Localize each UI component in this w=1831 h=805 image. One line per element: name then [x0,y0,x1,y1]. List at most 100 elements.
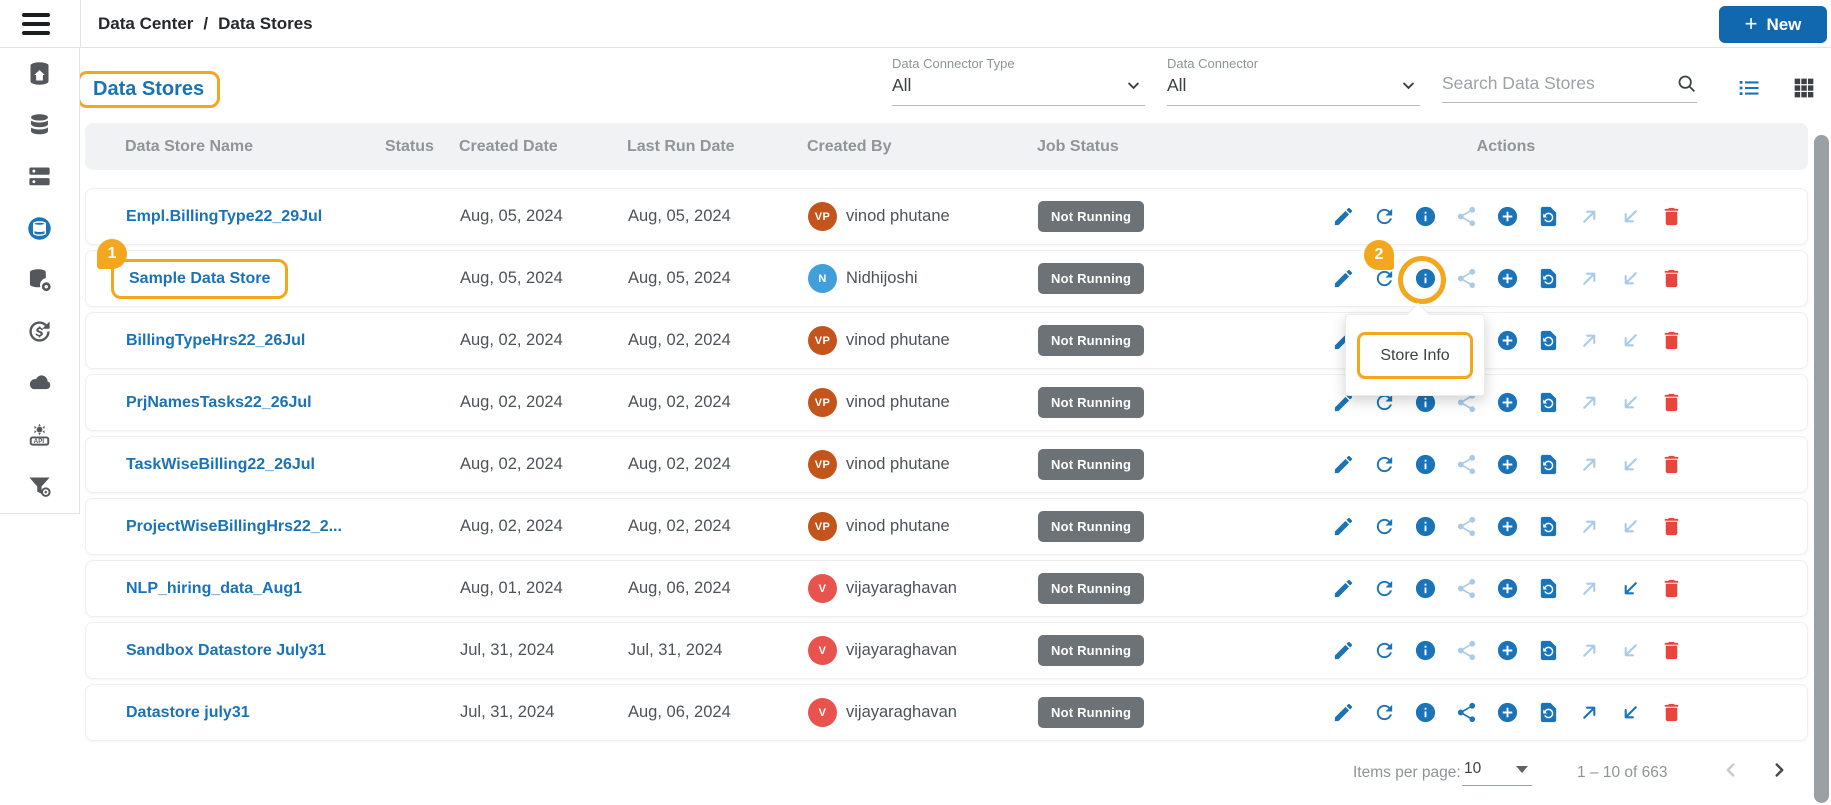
export-arrow-button[interactable] [1577,267,1601,291]
store-info-button[interactable] [1413,205,1437,229]
import-arrow-button[interactable] [1618,453,1642,477]
edit-button[interactable] [1331,205,1355,229]
new-button[interactable]: + New [1719,6,1827,43]
add-button[interactable] [1495,577,1519,601]
edit-button[interactable] [1331,577,1355,601]
delete-button[interactable] [1659,205,1683,229]
restore-version-button[interactable] [1536,701,1560,725]
refresh-button[interactable] [1372,639,1396,663]
datastore-name-link[interactable]: Datastore july31 [126,704,250,721]
data-connector-select[interactable]: All [1167,72,1420,106]
export-arrow-button[interactable] [1577,453,1601,477]
add-button[interactable] [1495,515,1519,539]
delete-button[interactable] [1659,577,1683,601]
export-arrow-button[interactable] [1577,205,1601,229]
search-input[interactable] [1442,73,1668,94]
add-button[interactable] [1495,267,1519,291]
datastore-name-link[interactable]: BillingTypeHrs22_26Jul [126,332,305,349]
import-arrow-button[interactable] [1618,205,1642,229]
import-arrow-button[interactable] [1618,267,1642,291]
search-icon[interactable] [1676,73,1697,94]
refresh-button[interactable] [1372,515,1396,539]
add-button[interactable] [1495,329,1519,353]
add-button[interactable] [1495,205,1519,229]
restore-version-button[interactable] [1536,577,1560,601]
delete-button[interactable] [1659,701,1683,725]
export-arrow-button[interactable] [1577,639,1601,663]
next-page-button[interactable] [1758,750,1800,792]
refresh-button[interactable] [1372,577,1396,601]
import-arrow-button[interactable] [1618,639,1642,663]
add-button[interactable] [1495,701,1519,725]
edit-button[interactable] [1331,267,1355,291]
add-button[interactable] [1495,453,1519,477]
share-button[interactable] [1454,205,1478,229]
datastore-name-link[interactable]: ProjectWiseBillingHrs22_2... [126,518,342,535]
sidebar-item-billing[interactable] [0,306,79,358]
delete-button[interactable] [1659,329,1683,353]
share-button[interactable] [1454,515,1478,539]
sidebar-item-data-stores[interactable] [0,203,79,255]
sidebar-item-database-settings[interactable] [0,254,79,306]
share-button[interactable] [1454,267,1478,291]
restore-version-button[interactable] [1536,267,1560,291]
share-button[interactable] [1454,577,1478,601]
store-info-button[interactable] [1413,515,1437,539]
import-arrow-button[interactable] [1618,701,1642,725]
breadcrumb-data-stores[interactable]: Data Stores [218,14,312,34]
store-info-button[interactable] [1413,701,1437,725]
datastore-name-link[interactable]: NLP_hiring_data_Aug1 [126,580,302,597]
import-arrow-button[interactable] [1618,329,1642,353]
refresh-button[interactable] [1372,453,1396,477]
store-info-button[interactable] [1413,577,1437,601]
datastore-name-link[interactable]: Sample Data Store [129,270,270,287]
sidebar-item-data-prep[interactable] [0,461,79,513]
edit-button[interactable] [1331,701,1355,725]
restore-version-button[interactable] [1536,639,1560,663]
sidebar-item-databases[interactable] [0,100,79,152]
sidebar-item-datastore-home[interactable] [0,48,79,100]
import-arrow-button[interactable] [1618,391,1642,415]
share-button[interactable] [1454,701,1478,725]
export-arrow-button[interactable] [1577,577,1601,601]
restore-version-button[interactable] [1536,205,1560,229]
share-button[interactable] [1454,639,1478,663]
export-arrow-button[interactable] [1577,329,1601,353]
vertical-scrollbar-thumb[interactable] [1814,135,1829,803]
import-arrow-button[interactable] [1618,515,1642,539]
datastore-name-link[interactable]: Sandbox Datastore July31 [126,642,326,659]
data-connector-type-select[interactable]: All [892,72,1145,106]
import-arrow-button[interactable] [1618,577,1642,601]
datastore-name-link[interactable]: Empl.BillingType22_29Jul [126,208,322,225]
add-button[interactable] [1495,391,1519,415]
delete-button[interactable] [1659,391,1683,415]
add-button[interactable] [1495,639,1519,663]
restore-version-button[interactable] [1536,515,1560,539]
edit-button[interactable] [1331,515,1355,539]
export-arrow-button[interactable] [1577,515,1601,539]
breadcrumb-data-center[interactable]: Data Center [98,14,193,34]
delete-button[interactable] [1659,267,1683,291]
items-per-page-select[interactable]: 10 [1462,760,1532,786]
store-info-button[interactable] [1413,453,1437,477]
delete-button[interactable] [1659,515,1683,539]
sidebar-item-cloud[interactable] [0,358,79,410]
refresh-button[interactable] [1372,267,1396,291]
hamburger-menu-icon[interactable] [22,12,52,36]
restore-version-button[interactable] [1536,453,1560,477]
delete-button[interactable] [1659,639,1683,663]
edit-button[interactable] [1331,453,1355,477]
export-arrow-button[interactable] [1577,701,1601,725]
list-view-button[interactable] [1734,74,1764,104]
restore-version-button[interactable] [1536,329,1560,353]
refresh-button[interactable] [1372,205,1396,229]
sidebar-item-api[interactable]: API [0,409,79,461]
restore-version-button[interactable] [1536,391,1560,415]
edit-button[interactable] [1331,639,1355,663]
sidebar-item-servers[interactable] [0,151,79,203]
datastore-name-link[interactable]: PrjNamesTasks22_26Jul [126,394,312,411]
refresh-button[interactable] [1372,701,1396,725]
store-info-button[interactable] [1413,639,1437,663]
datastore-name-link[interactable]: TaskWiseBilling22_26Jul [126,456,315,473]
export-arrow-button[interactable] [1577,391,1601,415]
